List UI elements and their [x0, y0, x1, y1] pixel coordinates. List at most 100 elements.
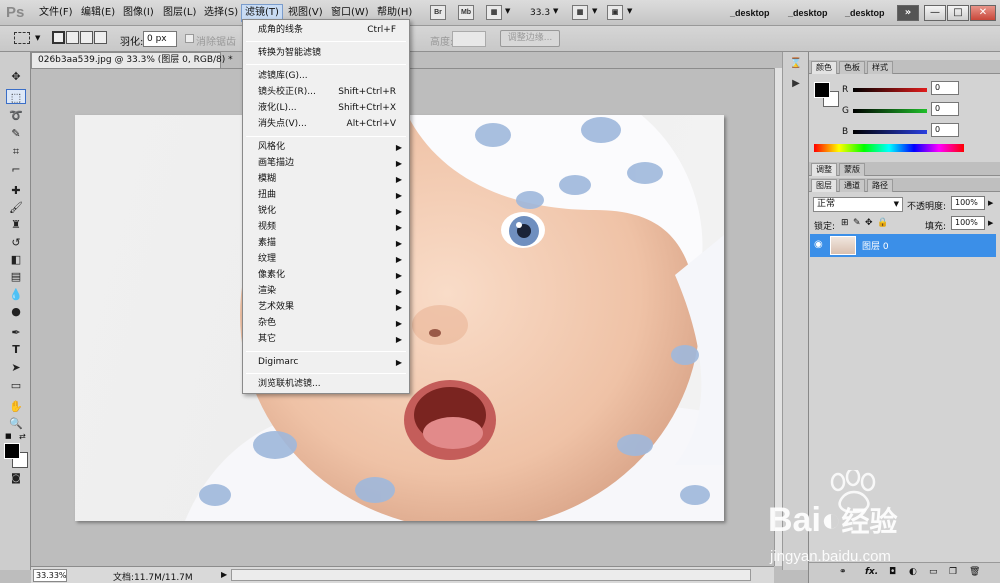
r-channel-slider[interactable]: [853, 88, 927, 92]
antialias-checkbox[interactable]: [185, 34, 194, 43]
menu-image[interactable]: 图像(I): [120, 5, 157, 21]
filter-submenu-video[interactable]: 视频 ▶: [244, 220, 408, 235]
chevron-down-icon[interactable]: ▼: [35, 34, 40, 42]
filter-submenu-distort[interactable]: 扭曲 ▶: [244, 188, 408, 203]
filter-submenu-digimarc[interactable]: Digimarc ▶: [244, 355, 408, 370]
visibility-eye-icon[interactable]: ◉: [814, 239, 823, 250]
subtract-selection-button[interactable]: [80, 31, 93, 44]
shape-tool-icon[interactable]: ▭: [6, 378, 26, 393]
tab-paths[interactable]: 路径: [867, 179, 893, 192]
chevron-down-icon[interactable]: ▼: [505, 7, 510, 15]
minimize-button[interactable]: —: [924, 5, 946, 21]
gradient-tool-icon[interactable]: ▤: [6, 269, 26, 284]
link-icon[interactable]: ⚭: [839, 567, 847, 577]
pen-tool-icon[interactable]: ✒: [6, 325, 26, 340]
intersect-selection-button[interactable]: [94, 31, 107, 44]
maximize-button[interactable]: □: [947, 5, 969, 21]
opacity-arrow-icon[interactable]: ▶: [988, 199, 993, 207]
tab-swatches[interactable]: 色板: [839, 61, 865, 74]
lens-correction-item[interactable]: 镜头校正(R)... Shift+Ctrl+R: [244, 85, 408, 100]
b-channel-slider[interactable]: [853, 130, 927, 134]
workspace-desktop-2[interactable]: _desktop: [788, 8, 828, 18]
menu-edit[interactable]: 编辑(E): [78, 5, 118, 21]
filter-submenu-sharpen[interactable]: 锐化 ▶: [244, 204, 408, 219]
opacity-input[interactable]: 100%: [951, 196, 985, 210]
filter-submenu-render[interactable]: 渲染 ▶: [244, 284, 408, 299]
filter-submenu-noise[interactable]: 杂色 ▶: [244, 316, 408, 331]
workspace-desktop-3[interactable]: _desktop: [845, 8, 885, 18]
zoom-level[interactable]: 33.3: [527, 5, 553, 21]
filter-gallery-item[interactable]: 滤镜库(G)...: [244, 69, 408, 84]
new-layer-icon[interactable]: ❐: [949, 567, 957, 577]
path-selection-tool-icon[interactable]: ➤: [6, 360, 26, 375]
document-info[interactable]: 文档:11.7M/11.7M: [113, 570, 193, 583]
default-colors-icon[interactable]: ■: [5, 432, 12, 440]
workspace-desktop-1[interactable]: _desktop: [730, 8, 770, 18]
eraser-tool-icon[interactable]: ◧: [6, 252, 26, 267]
blur-tool-icon[interactable]: 💧: [6, 287, 26, 302]
filter-submenu-artistic[interactable]: 艺术效果 ▶: [244, 300, 408, 315]
blend-mode-select[interactable]: 正常 ▼: [813, 197, 903, 212]
status-menu-arrow-icon[interactable]: ▶: [221, 570, 227, 579]
filter-submenu-other[interactable]: 其它 ▶: [244, 332, 408, 347]
fx-icon[interactable]: fx.: [865, 567, 878, 577]
marquee-tool-icon[interactable]: ⬚: [6, 89, 26, 104]
filter-submenu-pixelate[interactable]: 像素化 ▶: [244, 268, 408, 283]
arrange-documents-button[interactable]: ▦: [572, 5, 588, 20]
horizontal-scrollbar[interactable]: [231, 569, 751, 581]
chevron-down-icon[interactable]: ▼: [627, 7, 632, 15]
quick-select-tool-icon[interactable]: ✎: [6, 126, 26, 141]
actions-panel-icon[interactable]: ▶: [788, 78, 804, 92]
tab-layers[interactable]: 图层: [811, 179, 837, 192]
document-tab[interactable]: 026b3aa539.jpg @ 33.3% (图层 0, RGB/8) * ×: [31, 52, 249, 68]
menu-select[interactable]: 选择(S): [201, 5, 241, 21]
feather-input[interactable]: 0 px: [143, 31, 177, 47]
lock-transparent-icon[interactable]: ⊞: [841, 218, 849, 228]
convert-smart-filter-item[interactable]: 转换为智能滤镜: [244, 46, 408, 61]
filter-submenu-stylize[interactable]: 风格化 ▶: [244, 140, 408, 155]
group-icon[interactable]: ▭: [929, 567, 938, 577]
r-channel-input[interactable]: 0: [931, 81, 959, 95]
browse-filters-online-item[interactable]: 浏览联机滤镜...: [244, 377, 408, 392]
height-input[interactable]: [452, 31, 486, 47]
filter-submenu-brush-strokes[interactable]: 画笔描边 ▶: [244, 156, 408, 171]
lock-all-icon[interactable]: 🔒: [877, 218, 888, 228]
vanishing-point-item[interactable]: 消失点(V)... Alt+Ctrl+V: [244, 117, 408, 132]
foreground-color-swatch[interactable]: [4, 443, 20, 459]
filter-last-item[interactable]: 成角的线条 Ctrl+F: [244, 23, 408, 38]
tab-masks[interactable]: 蒙版: [839, 163, 865, 176]
lock-position-icon[interactable]: ✥: [865, 218, 873, 228]
bridge-button[interactable]: Br: [430, 5, 446, 20]
more-workspaces-button[interactable]: »: [897, 5, 919, 21]
tab-channels[interactable]: 通道: [839, 179, 865, 192]
g-channel-input[interactable]: 0: [931, 102, 959, 116]
layer-name[interactable]: 图层 0: [862, 239, 889, 252]
b-channel-input[interactable]: 0: [931, 123, 959, 137]
zoom-field[interactable]: 33.33%: [33, 569, 67, 582]
zoom-tool-icon[interactable]: 🔍: [6, 416, 26, 431]
eyedropper-tool-icon[interactable]: ⌐: [6, 162, 26, 177]
screen-mode-button[interactable]: ▣: [607, 5, 623, 20]
move-tool-icon[interactable]: ✥: [6, 69, 26, 84]
close-button[interactable]: ✕: [970, 5, 996, 21]
chevron-down-icon[interactable]: ▼: [592, 7, 597, 15]
view-extras-button[interactable]: ▦: [486, 5, 502, 20]
clone-stamp-tool-icon[interactable]: ♜: [6, 217, 26, 232]
history-brush-tool-icon[interactable]: ↺: [6, 235, 26, 250]
swap-colors-icon[interactable]: ⇄: [19, 432, 26, 441]
type-tool-icon[interactable]: T: [6, 342, 26, 357]
menu-file[interactable]: 文件(F): [36, 5, 76, 21]
filter-submenu-sketch[interactable]: 素描 ▶: [244, 236, 408, 251]
tab-adjustments[interactable]: 调整: [811, 163, 837, 176]
fill-arrow-icon[interactable]: ▶: [988, 219, 993, 227]
history-panel-icon[interactable]: ⌛: [788, 58, 804, 72]
lasso-tool-icon[interactable]: ➰: [6, 108, 26, 123]
liquify-item[interactable]: 液化(L)... Shift+Ctrl+X: [244, 101, 408, 116]
color-spectrum-ramp[interactable]: [814, 144, 964, 152]
healing-brush-tool-icon[interactable]: ✚: [6, 183, 26, 198]
trash-icon[interactable]: 🗑: [969, 567, 980, 577]
chevron-down-icon[interactable]: ▼: [553, 7, 558, 15]
refine-edge-button[interactable]: 调整边缘...: [500, 30, 560, 47]
hand-tool-icon[interactable]: ✋: [6, 399, 26, 414]
fill-input[interactable]: 100%: [951, 216, 985, 230]
